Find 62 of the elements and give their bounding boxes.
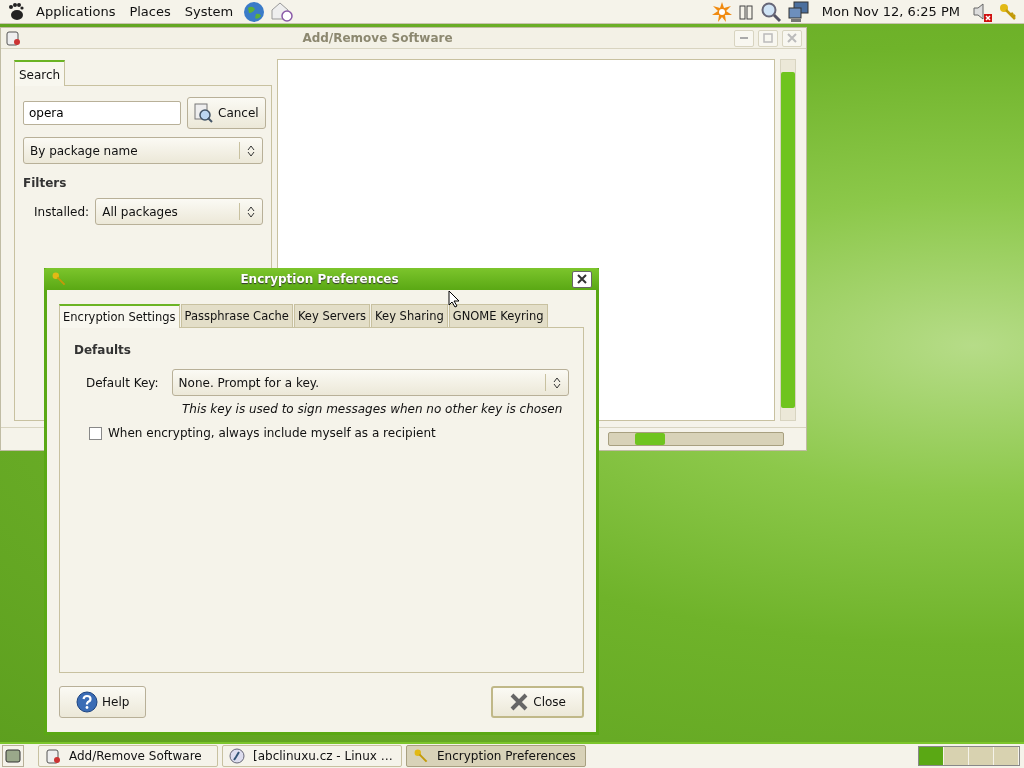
panel-menu[interactable]: System: [180, 4, 238, 19]
tab[interactable]: Passphrase Cache: [180, 304, 293, 327]
updown-icon: [247, 144, 255, 157]
default-key-dropdown[interactable]: None. Prompt for a key.: [171, 369, 569, 396]
pause-icon[interactable]: [737, 3, 754, 20]
keys-icon: [413, 748, 429, 764]
minimize-icon: [740, 37, 748, 39]
compass-icon: [229, 748, 245, 764]
taskbar-button[interactable]: Encryption Preferences: [406, 745, 586, 767]
window-title: Add/Remove Software: [301, 31, 454, 45]
taskbar-button[interactable]: [abclinuxu.cz - Linux …: [222, 745, 402, 767]
tab[interactable]: GNOME Keyring: [448, 304, 548, 327]
close-icon: [577, 274, 587, 284]
section-heading: Filters: [23, 176, 68, 190]
keys-icon: [51, 271, 67, 287]
help-button[interactable]: Help: [59, 686, 147, 718]
search-field[interactable]: opera: [23, 101, 181, 125]
workspace-cell[interactable]: [919, 747, 944, 765]
scrollbar[interactable]: [780, 59, 796, 421]
network-computers-icon[interactable]: [787, 0, 810, 23]
panel-menu[interactable]: Places: [125, 4, 175, 19]
updown-icon: [247, 205, 255, 218]
clock-text[interactable]: Mon Nov 12, 6:25 PM: [815, 4, 966, 19]
cancel-button[interactable]: Cancel: [187, 97, 266, 129]
pointer-icon: [448, 290, 460, 308]
globe-icon[interactable]: [243, 0, 266, 23]
tab[interactable]: Search: [14, 60, 66, 86]
update-star-icon[interactable]: [711, 1, 732, 22]
workspace-cell[interactable]: [944, 747, 969, 765]
tab[interactable]: Key Servers: [293, 304, 371, 327]
panel-menu[interactable]: Applications: [32, 4, 120, 19]
checkbox-label[interactable]: When encrypting, always include myself as a recipient: [108, 426, 436, 440]
maximize-icon: [763, 33, 773, 43]
tab[interactable]: Key Sharing: [371, 304, 448, 327]
taskbar-button[interactable]: Add/Remove Software: [38, 745, 218, 767]
updown-icon: [552, 376, 561, 389]
section-heading: Defaults: [74, 343, 132, 357]
field-label: Default Key:: [86, 375, 159, 390]
close-icon: [509, 692, 530, 712]
package-icon: [45, 748, 61, 764]
volume-muted-icon[interactable]: [972, 1, 992, 22]
checkbox[interactable]: [89, 426, 102, 440]
search-icon[interactable]: [759, 0, 782, 23]
activity-pulse: [635, 433, 665, 445]
scrollbar-thumb[interactable]: [781, 72, 795, 408]
help-icon: [76, 691, 98, 713]
workspace-cell[interactable]: [969, 747, 994, 765]
close-button[interactable]: [572, 270, 592, 288]
desktop-icon: [5, 749, 21, 763]
show-desktop-button[interactable]: [2, 745, 24, 767]
dialog-title: Encryption Preferences: [239, 272, 400, 286]
installed-dropdown[interactable]: All packages: [95, 198, 263, 225]
field-label: Installed:: [34, 204, 90, 219]
close-icon: [787, 33, 797, 43]
close-dialog-button[interactable]: Close: [491, 686, 584, 718]
keys-icon[interactable]: [998, 1, 1018, 22]
tab[interactable]: Encryption Settings: [59, 304, 180, 328]
hint-text: This key is used to sign messages when no other key is chosen: [181, 402, 564, 416]
foot-icon[interactable]: [6, 1, 26, 22]
workspace-cell[interactable]: [994, 747, 1019, 765]
find-icon: [194, 103, 214, 123]
search-mode-dropdown[interactable]: By package name: [23, 137, 263, 164]
